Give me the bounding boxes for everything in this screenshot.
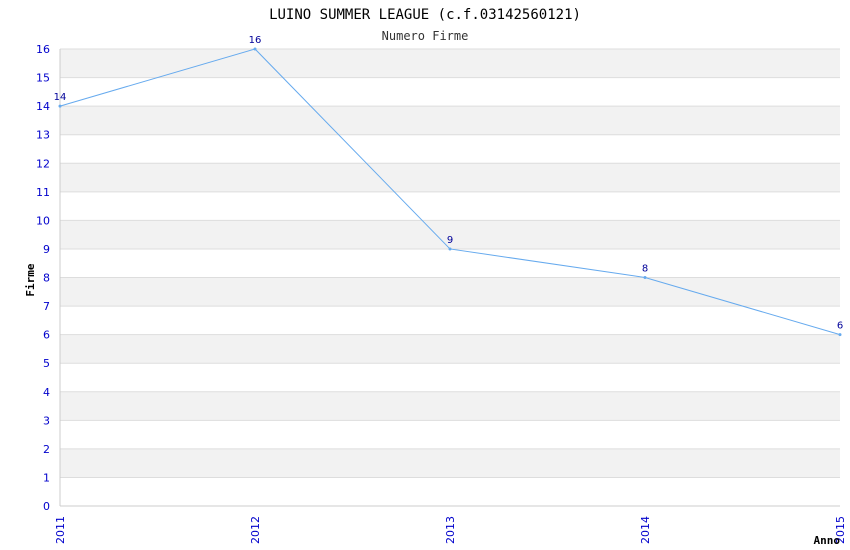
data-point bbox=[448, 247, 452, 251]
line-chart: LUINO SUMMER LEAGUE (c.f.03142560121) Nu… bbox=[24, 7, 847, 547]
y-tick-label: 6 bbox=[43, 329, 50, 342]
y-tick-label: 13 bbox=[36, 129, 50, 142]
y-tick-label: 10 bbox=[36, 214, 50, 227]
grid-band bbox=[60, 248, 840, 278]
y-tick-label: 16 bbox=[36, 43, 50, 56]
grid-band bbox=[60, 277, 840, 307]
y-tick-label: 15 bbox=[36, 72, 50, 85]
grid-band bbox=[60, 391, 840, 421]
y-tick-label: 4 bbox=[43, 386, 50, 399]
y-tick-label: 9 bbox=[43, 243, 50, 256]
data-label: 8 bbox=[642, 264, 648, 275]
grid-band bbox=[60, 163, 840, 192]
data-point bbox=[838, 333, 842, 337]
grid-band bbox=[60, 334, 840, 364]
x-axis-label: Anno bbox=[814, 534, 841, 547]
x-tick-label: 2012 bbox=[249, 516, 262, 544]
grid-band bbox=[60, 448, 840, 478]
chart-subtitle: Numero Firme bbox=[382, 29, 469, 43]
x-tick-label: 2013 bbox=[444, 516, 457, 544]
grid-band bbox=[60, 191, 840, 221]
data-point bbox=[58, 104, 62, 108]
chart-title: LUINO SUMMER LEAGUE (c.f.03142560121) bbox=[269, 7, 581, 23]
x-tick-label: 2011 bbox=[54, 516, 67, 544]
grid-band bbox=[60, 77, 840, 107]
data-label: 6 bbox=[837, 321, 843, 332]
y-tick-label: 1 bbox=[43, 471, 50, 484]
grid-band bbox=[60, 306, 840, 335]
data-point bbox=[253, 47, 257, 51]
y-tick-label: 12 bbox=[36, 157, 50, 170]
y-tick-label: 8 bbox=[43, 272, 50, 285]
y-tick-label: 2 bbox=[43, 443, 50, 456]
grid-band bbox=[60, 420, 840, 449]
y-tick-label: 7 bbox=[43, 300, 50, 313]
grid-band bbox=[60, 106, 840, 135]
data-label: 14 bbox=[54, 92, 67, 103]
data-label: 9 bbox=[447, 235, 453, 246]
y-tick-label: 11 bbox=[36, 186, 50, 199]
y-axis-label: Firme bbox=[24, 263, 37, 296]
y-tick-label: 0 bbox=[43, 500, 50, 513]
data-point bbox=[643, 276, 647, 279]
data-label: 16 bbox=[249, 35, 262, 46]
grid-band bbox=[60, 49, 840, 78]
grid-band bbox=[60, 477, 840, 506]
y-tick-label: 3 bbox=[43, 414, 50, 427]
grid-band bbox=[60, 134, 840, 164]
grid-band bbox=[60, 363, 840, 392]
x-tick-label: 2014 bbox=[639, 516, 652, 544]
y-tick-label: 5 bbox=[43, 357, 50, 370]
y-axis-ticks: 012345678910111213141516 bbox=[36, 43, 50, 513]
x-axis-ticks: 2011 2012 2013 2014 2015 bbox=[54, 516, 847, 544]
y-tick-label: 14 bbox=[36, 100, 50, 113]
